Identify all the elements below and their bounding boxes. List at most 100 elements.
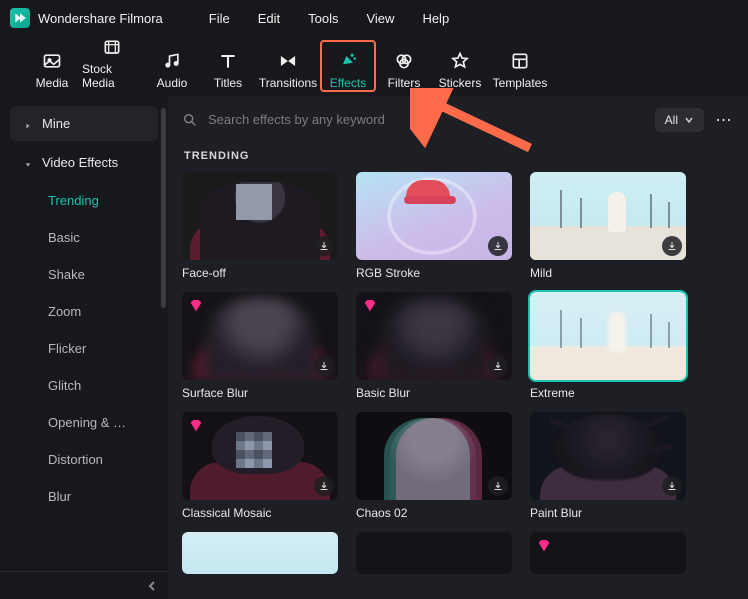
effect-card-face-off[interactable]: Face-off <box>182 172 338 280</box>
sidebar-section-video-effects[interactable]: Video Effects <box>10 145 158 180</box>
transitions-icon <box>277 50 299 72</box>
effect-card-basic-blur[interactable]: Basic Blur <box>356 292 512 400</box>
sidebar-item-blur[interactable]: Blur <box>0 478 168 515</box>
stock-media-icon <box>101 38 123 58</box>
sidebar-item-flicker[interactable]: Flicker <box>0 330 168 367</box>
effect-card-classical-mosaic[interactable]: Classical Mosaic <box>182 412 338 520</box>
filter-label: All <box>665 113 678 127</box>
tab-filters[interactable]: Filters <box>376 40 432 92</box>
download-icon[interactable] <box>662 476 682 496</box>
filter-dropdown[interactable]: All <box>655 108 704 132</box>
sidebar: Mine Video Effects Trending Basic Shake … <box>0 96 168 599</box>
effect-card-surface-blur[interactable]: Surface Blur <box>182 292 338 400</box>
effect-thumbnail[interactable] <box>530 172 686 260</box>
sidebar-scrollbar[interactable] <box>161 108 166 308</box>
download-icon[interactable] <box>488 236 508 256</box>
templates-icon <box>509 50 531 72</box>
tab-label: Effects <box>330 76 366 90</box>
tab-label: Audio <box>157 76 188 90</box>
tab-label: Stock Media <box>82 62 142 90</box>
chevron-down-icon <box>24 157 32 165</box>
effect-thumbnail[interactable] <box>356 412 512 500</box>
chevron-right-icon <box>24 118 32 126</box>
app-logo-icon <box>10 8 30 28</box>
sidebar-item-distortion[interactable]: Distortion <box>0 441 168 478</box>
tab-label: Filters <box>388 76 421 90</box>
audio-icon <box>161 50 183 72</box>
effect-card-rgb-stroke[interactable]: RGB Stroke <box>356 172 512 280</box>
effect-thumbnail[interactable] <box>182 532 338 574</box>
menu-view[interactable]: View <box>352 11 408 26</box>
menu-tools[interactable]: Tools <box>294 11 352 26</box>
premium-gem-icon <box>188 418 204 434</box>
download-icon[interactable] <box>314 236 334 256</box>
sidebar-item-zoom[interactable]: Zoom <box>0 293 168 330</box>
sidebar-item-basic[interactable]: Basic <box>0 219 168 256</box>
tab-stickers[interactable]: Stickers <box>432 40 488 92</box>
effect-thumbnail[interactable] <box>356 532 512 574</box>
effect-thumbnail[interactable] <box>356 172 512 260</box>
search-icon <box>182 112 198 128</box>
tab-stock-media[interactable]: Stock Media <box>80 40 144 92</box>
download-icon[interactable] <box>314 476 334 496</box>
effect-card-extreme[interactable]: Extreme <box>530 292 686 400</box>
effect-label: Paint Blur <box>530 506 686 520</box>
app-title: Wondershare Filmora <box>38 11 163 26</box>
effect-label: Extreme <box>530 386 686 400</box>
effect-card-mild[interactable]: Mild <box>530 172 686 280</box>
download-icon[interactable] <box>662 236 682 256</box>
effect-label: Mild <box>530 266 686 280</box>
sidebar-section-mine[interactable]: Mine <box>10 106 158 141</box>
effect-card-chaos-02[interactable]: Chaos 02 <box>356 412 512 520</box>
sidebar-item-trending[interactable]: Trending <box>0 182 168 219</box>
tab-label: Media <box>36 76 69 90</box>
more-options-button[interactable]: ⋯ <box>714 110 734 130</box>
module-toolbar: Media Stock Media Audio Titles Transitio… <box>0 36 748 96</box>
menu-bar: Wondershare Filmora File Edit Tools View… <box>0 0 748 36</box>
chevron-down-icon <box>684 115 694 125</box>
download-icon[interactable] <box>314 356 334 376</box>
effect-card-partial[interactable] <box>182 532 338 574</box>
effect-card-partial[interactable] <box>530 532 686 574</box>
effect-thumbnail[interactable] <box>182 412 338 500</box>
media-icon <box>41 50 63 72</box>
search-input[interactable] <box>208 112 645 127</box>
chevron-left-icon <box>146 580 158 592</box>
tab-label: Templates <box>493 76 548 90</box>
effects-grid: Face-off RGB Stroke <box>168 172 748 599</box>
tab-media[interactable]: Media <box>24 40 80 92</box>
effect-thumbnail[interactable] <box>356 292 512 380</box>
menu-edit[interactable]: Edit <box>244 11 294 26</box>
effect-thumbnail[interactable] <box>530 532 686 574</box>
effect-label: RGB Stroke <box>356 266 512 280</box>
effect-card-partial[interactable] <box>356 532 512 574</box>
content-panel: All ⋯ TRENDING Face-off <box>168 96 748 599</box>
tab-effects[interactable]: Effects <box>320 40 376 92</box>
effect-thumbnail[interactable] <box>530 412 686 500</box>
menu-help[interactable]: Help <box>408 11 463 26</box>
effect-thumbnail[interactable] <box>530 292 686 380</box>
tab-label: Titles <box>214 76 242 90</box>
menu-file[interactable]: File <box>195 11 244 26</box>
effect-label: Basic Blur <box>356 386 512 400</box>
effects-icon <box>337 50 359 72</box>
tab-audio[interactable]: Audio <box>144 40 200 92</box>
download-icon[interactable] <box>488 476 508 496</box>
sidebar-collapse-button[interactable] <box>0 571 168 599</box>
effect-thumbnail[interactable] <box>182 292 338 380</box>
effect-thumbnail[interactable] <box>182 172 338 260</box>
tab-transitions[interactable]: Transitions <box>256 40 320 92</box>
sidebar-item-shake[interactable]: Shake <box>0 256 168 293</box>
tab-label: Stickers <box>439 76 482 90</box>
download-icon[interactable] <box>488 356 508 376</box>
effect-card-paint-blur[interactable]: Paint Blur <box>530 412 686 520</box>
effect-label: Surface Blur <box>182 386 338 400</box>
sidebar-item-opening[interactable]: Opening & … <box>0 404 168 441</box>
tab-label: Transitions <box>259 76 317 90</box>
filters-icon <box>393 50 415 72</box>
premium-gem-icon <box>362 298 378 314</box>
tab-templates[interactable]: Templates <box>488 40 552 92</box>
tab-titles[interactable]: Titles <box>200 40 256 92</box>
section-title: TRENDING <box>168 144 748 172</box>
sidebar-item-glitch[interactable]: Glitch <box>0 367 168 404</box>
